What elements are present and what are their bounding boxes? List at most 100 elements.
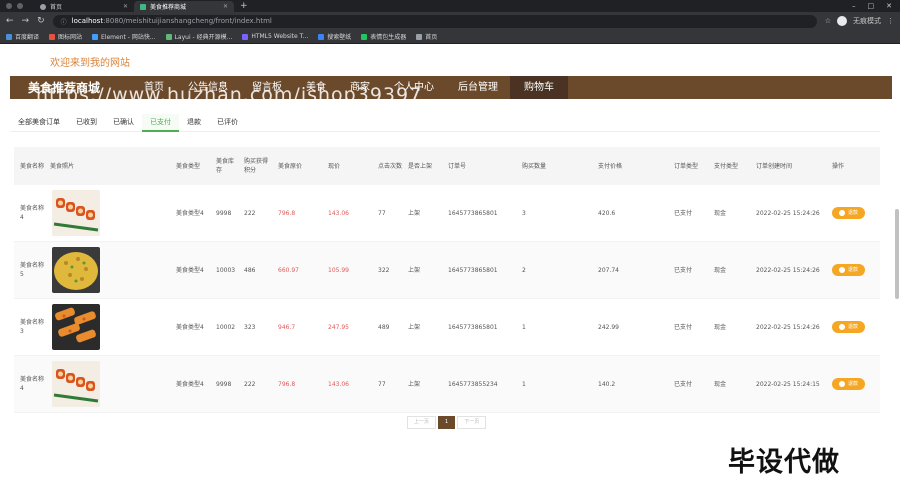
order-qty: 2 [522,266,526,274]
url-host: localhost [71,17,104,25]
tab-paid[interactable]: 已支付 [142,114,179,132]
vue-icon [140,3,146,10]
bookmark-icon [361,33,368,40]
refund-label: 退款 [848,209,859,216]
bookmark-icon [416,33,423,40]
food-price: 143.06 [328,380,349,388]
browser-tab-shop[interactable]: 美食推荐商城 ✕ [134,1,234,12]
order-time: 2022-02-25 15:24:26 [756,323,820,331]
order-time: 2022-02-25 15:24:26 [756,209,820,217]
food-photo-cell [44,361,170,407]
table-header: 美食名称 美食照片 美食类型 美食库存 购买获得积分 美食原价 现价 点击次数 … [14,147,880,185]
order-pay: 140.2 [598,380,616,388]
order-qty: 1 [522,380,526,388]
food-clicks: 322 [378,266,390,274]
bookmark-item[interactable]: 首页 [416,32,437,41]
nav-cart[interactable]: 购物车 [510,76,568,99]
refund-button[interactable]: 退款 [832,264,866,276]
pagination: 上一页 1 下一页 [407,416,487,429]
food-photo-cell [44,190,170,236]
minimize-icon[interactable]: – [852,0,856,12]
reload-icon[interactable]: ↻ [37,16,45,26]
bookmark-icon [318,33,325,40]
star-icon[interactable]: ☆ [825,17,831,25]
refund-icon [839,267,845,273]
prev-page-button[interactable]: 上一页 [407,416,437,429]
bookmark-item[interactable]: 搜索壁纸 [318,32,351,41]
food-photo [52,361,100,407]
tab-reviewed[interactable]: 已评价 [209,114,246,132]
pay-type: 现金 [714,209,727,217]
menu-icon[interactable]: ⋮ [887,17,894,25]
tab-received[interactable]: 已收到 [68,114,105,132]
food-clicks: 77 [378,380,386,388]
globe-icon [40,3,46,10]
bookmark-label: 表情包生成器 [370,34,407,41]
food-photo-cell [44,247,170,293]
col-action: 操作 [832,162,845,170]
browser-tab-home[interactable]: 首页 ✕ [34,1,134,12]
order-type: 已支付 [674,209,693,217]
watermark-text: https://www.huzhan.com/ishop39397 [36,84,423,106]
order-type: 已支付 [674,323,693,331]
url-input[interactable]: ⓘ localhost:8080/meishituijianshangcheng… [52,14,817,28]
forward-icon[interactable]: → [22,16,30,26]
tab-all-orders[interactable]: 全部美食订单 [10,114,68,132]
orders-table: 美食名称 美食照片 美食类型 美食库存 购买获得积分 美食原价 现价 点击次数 … [14,147,880,413]
address-bar-actions: ☆ 无痕模式 ⋮ [825,16,894,26]
window-controls [0,0,34,12]
order-qty: 3 [522,209,526,217]
order-pay: 207.74 [598,266,619,274]
overlay-stamp-text: 毕设代做 [728,447,840,478]
food-points: 222 [244,209,256,217]
page-scrollbar[interactable] [895,209,899,299]
window-buttons: – □ ✕ [852,0,900,12]
col-orig-price: 美食原价 [278,162,303,170]
back-icon[interactable]: ← [6,16,14,26]
close-icon[interactable]: ✕ [123,3,128,10]
address-bar-row: ← → ↻ ⓘ localhost:8080/meishituijianshan… [0,12,900,30]
order-number: 1645773865801 [448,266,498,274]
col-status: 是否上架 [408,162,433,170]
bookmark-item[interactable]: Element - 网站快... [92,32,156,41]
incognito-icon[interactable] [837,16,847,26]
food-points: 323 [244,323,256,331]
food-stock: 9998 [216,380,232,388]
next-page-button[interactable]: 下一页 [457,416,487,429]
close-window-icon[interactable]: ✕ [886,0,892,12]
refund-button[interactable]: 退款 [832,378,866,390]
food-orig-price: 660.97 [278,266,299,274]
action-cell: 退款 [826,321,876,333]
refund-icon [839,210,845,216]
bookmarks-bar: 百度翻译 图标网站 Element - 网站快... Layui - 经典开源模… [0,30,900,44]
bookmark-item[interactable]: 百度翻译 [6,32,39,41]
refund-button[interactable]: 退款 [832,321,866,333]
bookmark-item[interactable]: 图标网站 [49,32,82,41]
page-number-button[interactable]: 1 [438,416,456,429]
col-type: 美食类型 [176,162,201,170]
bookmark-item[interactable]: 表情包生成器 [361,32,406,41]
profile-icon[interactable] [6,3,12,9]
tab-confirmed[interactable]: 已确认 [105,114,142,132]
bookmark-item[interactable]: Layui - 经典开源模... [165,32,232,41]
refund-label: 退款 [848,323,859,330]
refund-button[interactable]: 退款 [832,207,866,219]
maximize-icon[interactable]: □ [868,0,875,12]
food-points: 222 [244,380,256,388]
col-order-no: 订单号 [448,162,467,170]
tab-group-icon[interactable] [17,3,23,9]
pay-type: 现金 [714,380,727,388]
info-icon[interactable]: ⓘ [61,17,67,26]
action-cell: 退款 [826,207,876,219]
food-photo [52,304,100,350]
tab-refund[interactable]: 退款 [179,114,209,132]
new-tab-button[interactable]: + [234,1,254,12]
order-type: 已支付 [674,380,693,388]
food-type: 美食类型4 [176,209,204,217]
nav-admin[interactable]: 后台管理 [446,76,510,99]
bookmark-item[interactable]: HTML5 Website T... [242,33,308,40]
tab-title: 首页 [50,4,63,11]
close-icon[interactable]: ✕ [223,3,228,10]
food-orig-price: 796.8 [278,380,296,388]
bookmark-icon [242,33,249,40]
